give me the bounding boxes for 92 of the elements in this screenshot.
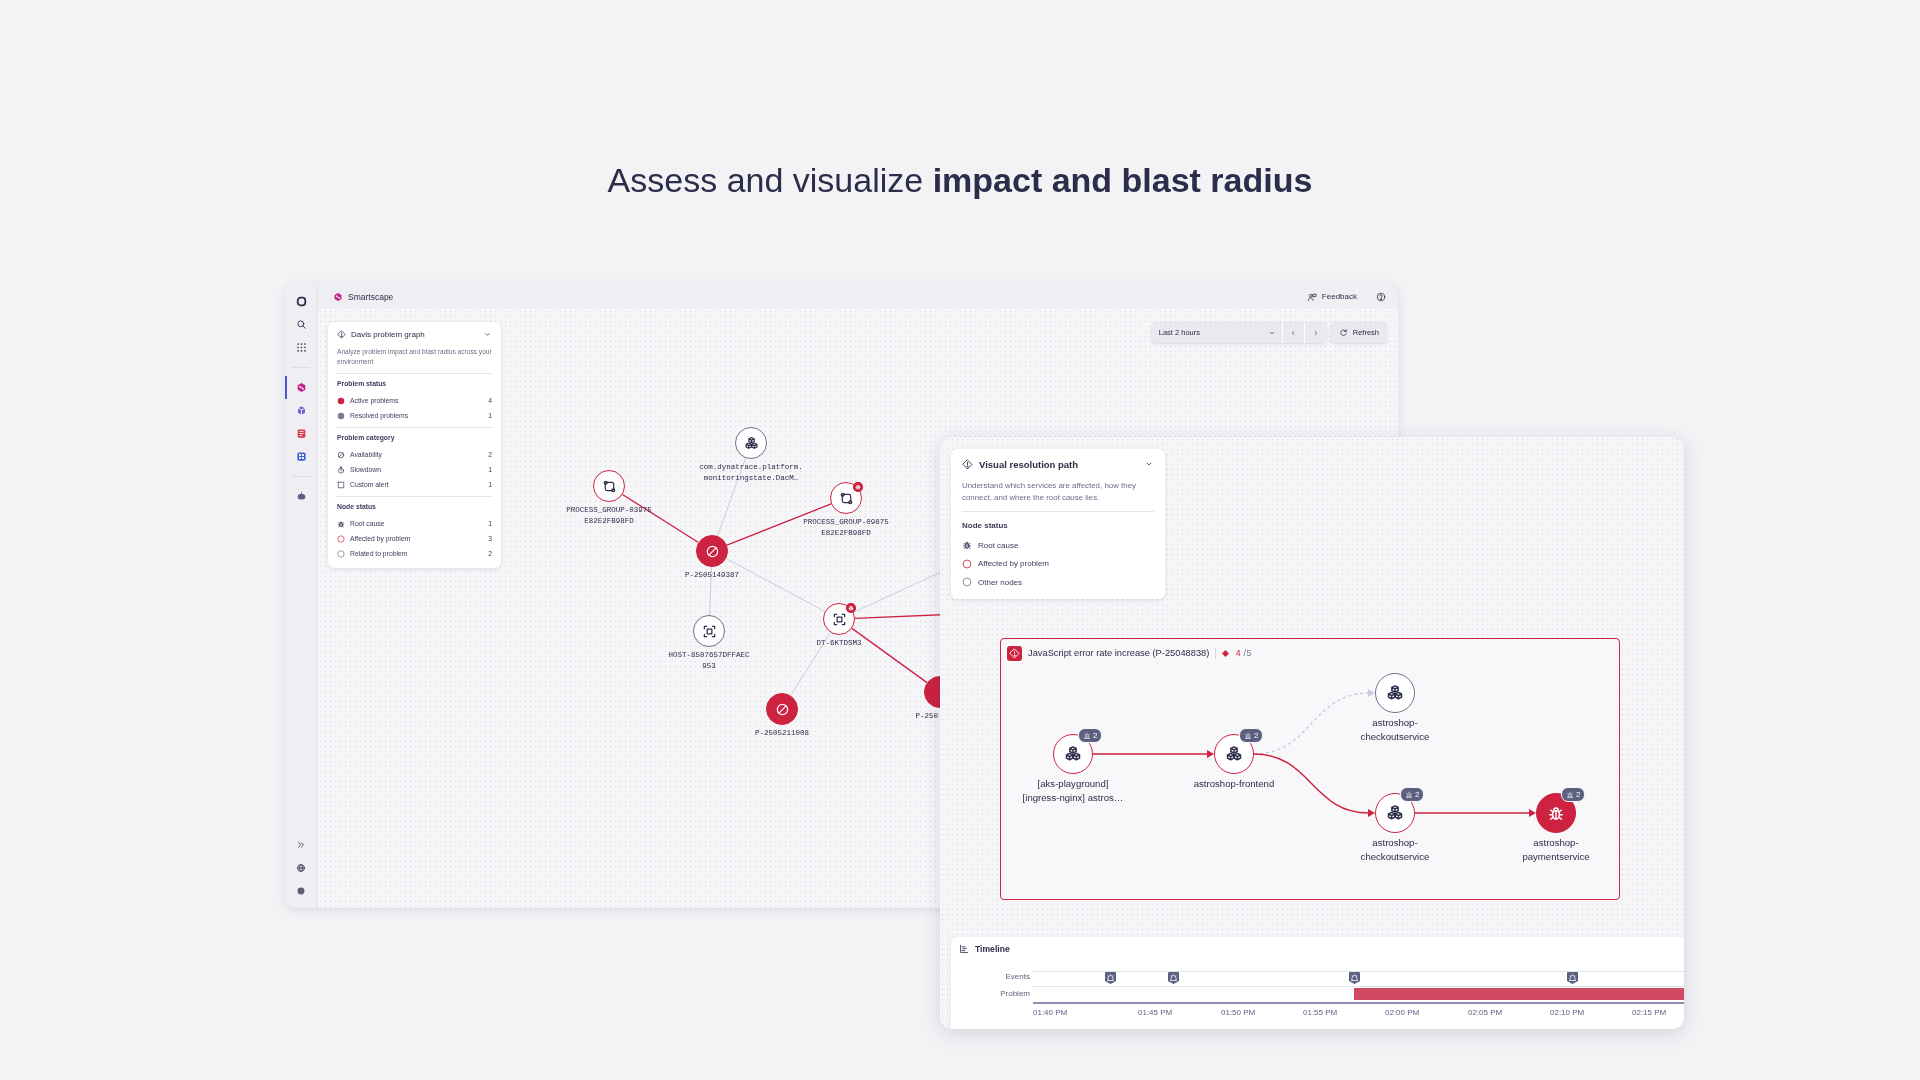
- graph-node[interactable]: [924, 676, 940, 708]
- event-marker[interactable]: [1566, 972, 1578, 984]
- node-label: astroshop- checkoutservice: [1359, 716, 1431, 744]
- affected-count: 4 /5: [1235, 648, 1252, 658]
- cubes-icon: [1386, 804, 1404, 822]
- tick-label: 01:45 PM: [1138, 1008, 1173, 1017]
- feedback-icon: [1306, 291, 1317, 302]
- diamond-warning-icon: [962, 458, 973, 470]
- focus-square-icon: [831, 611, 847, 627]
- grid-icon: [295, 342, 307, 353]
- slash-circle-icon: [337, 450, 345, 459]
- tick-label: 02:00 PM: [1385, 1008, 1420, 1017]
- diamond-warning-icon: [337, 329, 346, 339]
- graph-node[interactable]: [696, 535, 728, 567]
- siren-icon: [1405, 790, 1413, 799]
- legend-label: Root cause: [978, 540, 1019, 550]
- service-node[interactable]: [1375, 673, 1415, 713]
- panel-title: Visual resolution path: [979, 458, 1079, 470]
- graph-node[interactable]: [735, 427, 767, 459]
- alert-count-badge: 2: [1239, 728, 1264, 743]
- graph-node[interactable]: [830, 482, 862, 514]
- legend-label: Affected by problem: [978, 559, 1049, 569]
- cubes-icon: [743, 435, 759, 451]
- tick-label: 01:50 PM: [1221, 1008, 1256, 1017]
- feedback-button[interactable]: Feedback: [1302, 289, 1361, 304]
- graph-node[interactable]: [593, 470, 625, 502]
- tick-label: 02:10 PM: [1550, 1008, 1585, 1017]
- siren-icon: [1244, 731, 1252, 740]
- tick-label: 02:15 PM: [1632, 1008, 1667, 1017]
- section-title: Node status: [962, 520, 1009, 532]
- row-label: Problem: [1000, 989, 1030, 999]
- event-marker[interactable]: [1348, 972, 1360, 984]
- service-node[interactable]: [1536, 793, 1576, 833]
- event-marker[interactable]: [1167, 972, 1179, 984]
- status-dot: [337, 411, 345, 420]
- alert-count-badge: 2: [1400, 787, 1425, 802]
- bug-icon: [962, 540, 972, 551]
- globe-icon: [296, 862, 306, 873]
- headline: Assess and visualize impact and blast radius: [606, 160, 1314, 200]
- node-label: astroshop- checkoutservice: [1359, 836, 1431, 864]
- service-node[interactable]: [1375, 793, 1415, 833]
- siren-icon: [1083, 731, 1091, 740]
- timeline-icon: [959, 944, 969, 954]
- siren-icon: [1566, 790, 1574, 799]
- search-icon: [295, 319, 307, 330]
- graph-node[interactable]: [693, 615, 725, 647]
- process-icon: [601, 478, 617, 494]
- row-label: Events: [1005, 972, 1030, 982]
- dashed-square-icon: [337, 480, 345, 489]
- bug-icon: [1547, 804, 1565, 822]
- hexagon-app-icon: [295, 382, 307, 393]
- double-chevron-icon: [296, 839, 306, 850]
- timeline-title: Timeline: [975, 944, 1010, 954]
- status-dot: [337, 396, 345, 405]
- ring-icon: [962, 558, 972, 569]
- panel-title: Davis problem graph: [351, 329, 425, 339]
- avatar-icon: [296, 885, 306, 896]
- diamond-icon: [1222, 649, 1230, 657]
- node-label: [aks-playground] [ingress-nginx] astros…: [1021, 777, 1125, 805]
- hexagon-app-icon: [333, 291, 343, 302]
- graph-node[interactable]: [766, 693, 798, 725]
- graph-node[interactable]: [823, 603, 855, 635]
- tick-label: 02:05 PM: [1468, 1008, 1503, 1017]
- grid-app-icon: [295, 451, 307, 462]
- bug-icon: [337, 519, 345, 528]
- focus-square-icon: [701, 623, 717, 639]
- cube-app-icon: [295, 405, 307, 416]
- ring-icon: [962, 577, 972, 588]
- app-title: Smartscape: [348, 291, 394, 302]
- slash-circle-icon: [704, 543, 720, 559]
- cubes-icon: [1386, 684, 1404, 702]
- service-node[interactable]: [1053, 734, 1093, 774]
- stopwatch-icon: [337, 465, 345, 474]
- cubes-icon: [1064, 745, 1082, 763]
- problem-title: JavaScript error rate increase (P-25048838): [1028, 648, 1210, 658]
- refresh-icon: [1338, 328, 1348, 337]
- alert-count-badge: 2: [1078, 728, 1103, 743]
- book-app-icon: [295, 428, 307, 439]
- slash-circle-icon: [774, 701, 790, 717]
- cubes-icon: [1225, 745, 1243, 763]
- tick-label: 01:55 PM: [1303, 1008, 1338, 1017]
- process-icon: [838, 490, 854, 506]
- robot-icon: [295, 491, 307, 502]
- tick-label: 01:40 PM: [1033, 1008, 1068, 1017]
- alert-count-badge: 2: [1561, 787, 1586, 802]
- logo-icon: [295, 296, 307, 307]
- event-marker[interactable]: [1104, 972, 1116, 984]
- help-icon: [1376, 291, 1386, 302]
- service-node[interactable]: [1214, 734, 1254, 774]
- legend-label: Other nodes: [978, 577, 1023, 587]
- node-label: astroshop-frontend: [1192, 777, 1276, 791]
- node-label: astroshop- paymentservice: [1521, 836, 1591, 864]
